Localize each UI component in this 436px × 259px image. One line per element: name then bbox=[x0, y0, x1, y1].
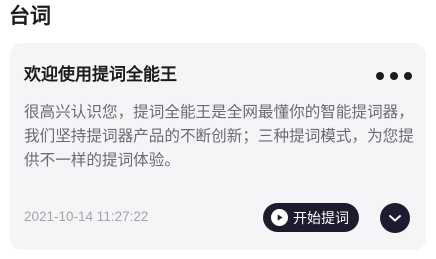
play-icon bbox=[271, 209, 288, 226]
section-title: 台词 bbox=[9, 4, 51, 28]
more-options-button[interactable] bbox=[376, 70, 412, 82]
script-list-page: 台词 欢迎使用提词全能王 很高兴认识您，提词全能王是全网最懂你的智能提词器，我们… bbox=[0, 0, 436, 259]
start-prompting-label: 开始提词 bbox=[293, 210, 349, 227]
start-prompting-button[interactable]: 开始提词 bbox=[263, 203, 359, 232]
script-timestamp: 2021-10-14 11:27:22 bbox=[24, 209, 149, 224]
more-dot bbox=[390, 72, 398, 80]
script-preview-text: 很高兴认识您，提词全能王是全网最懂你的智能提词器，我们坚持提词器产品的不断创新；… bbox=[24, 103, 414, 169]
expand-button[interactable] bbox=[380, 203, 410, 233]
more-dots-icon bbox=[376, 72, 384, 80]
script-title: 欢迎使用提词全能王 bbox=[24, 65, 177, 85]
script-card[interactable]: 欢迎使用提词全能王 很高兴认识您，提词全能王是全网最懂你的智能提词器，我们坚持提… bbox=[10, 43, 426, 250]
more-dot bbox=[404, 72, 412, 80]
chevron-down-icon bbox=[388, 213, 402, 223]
